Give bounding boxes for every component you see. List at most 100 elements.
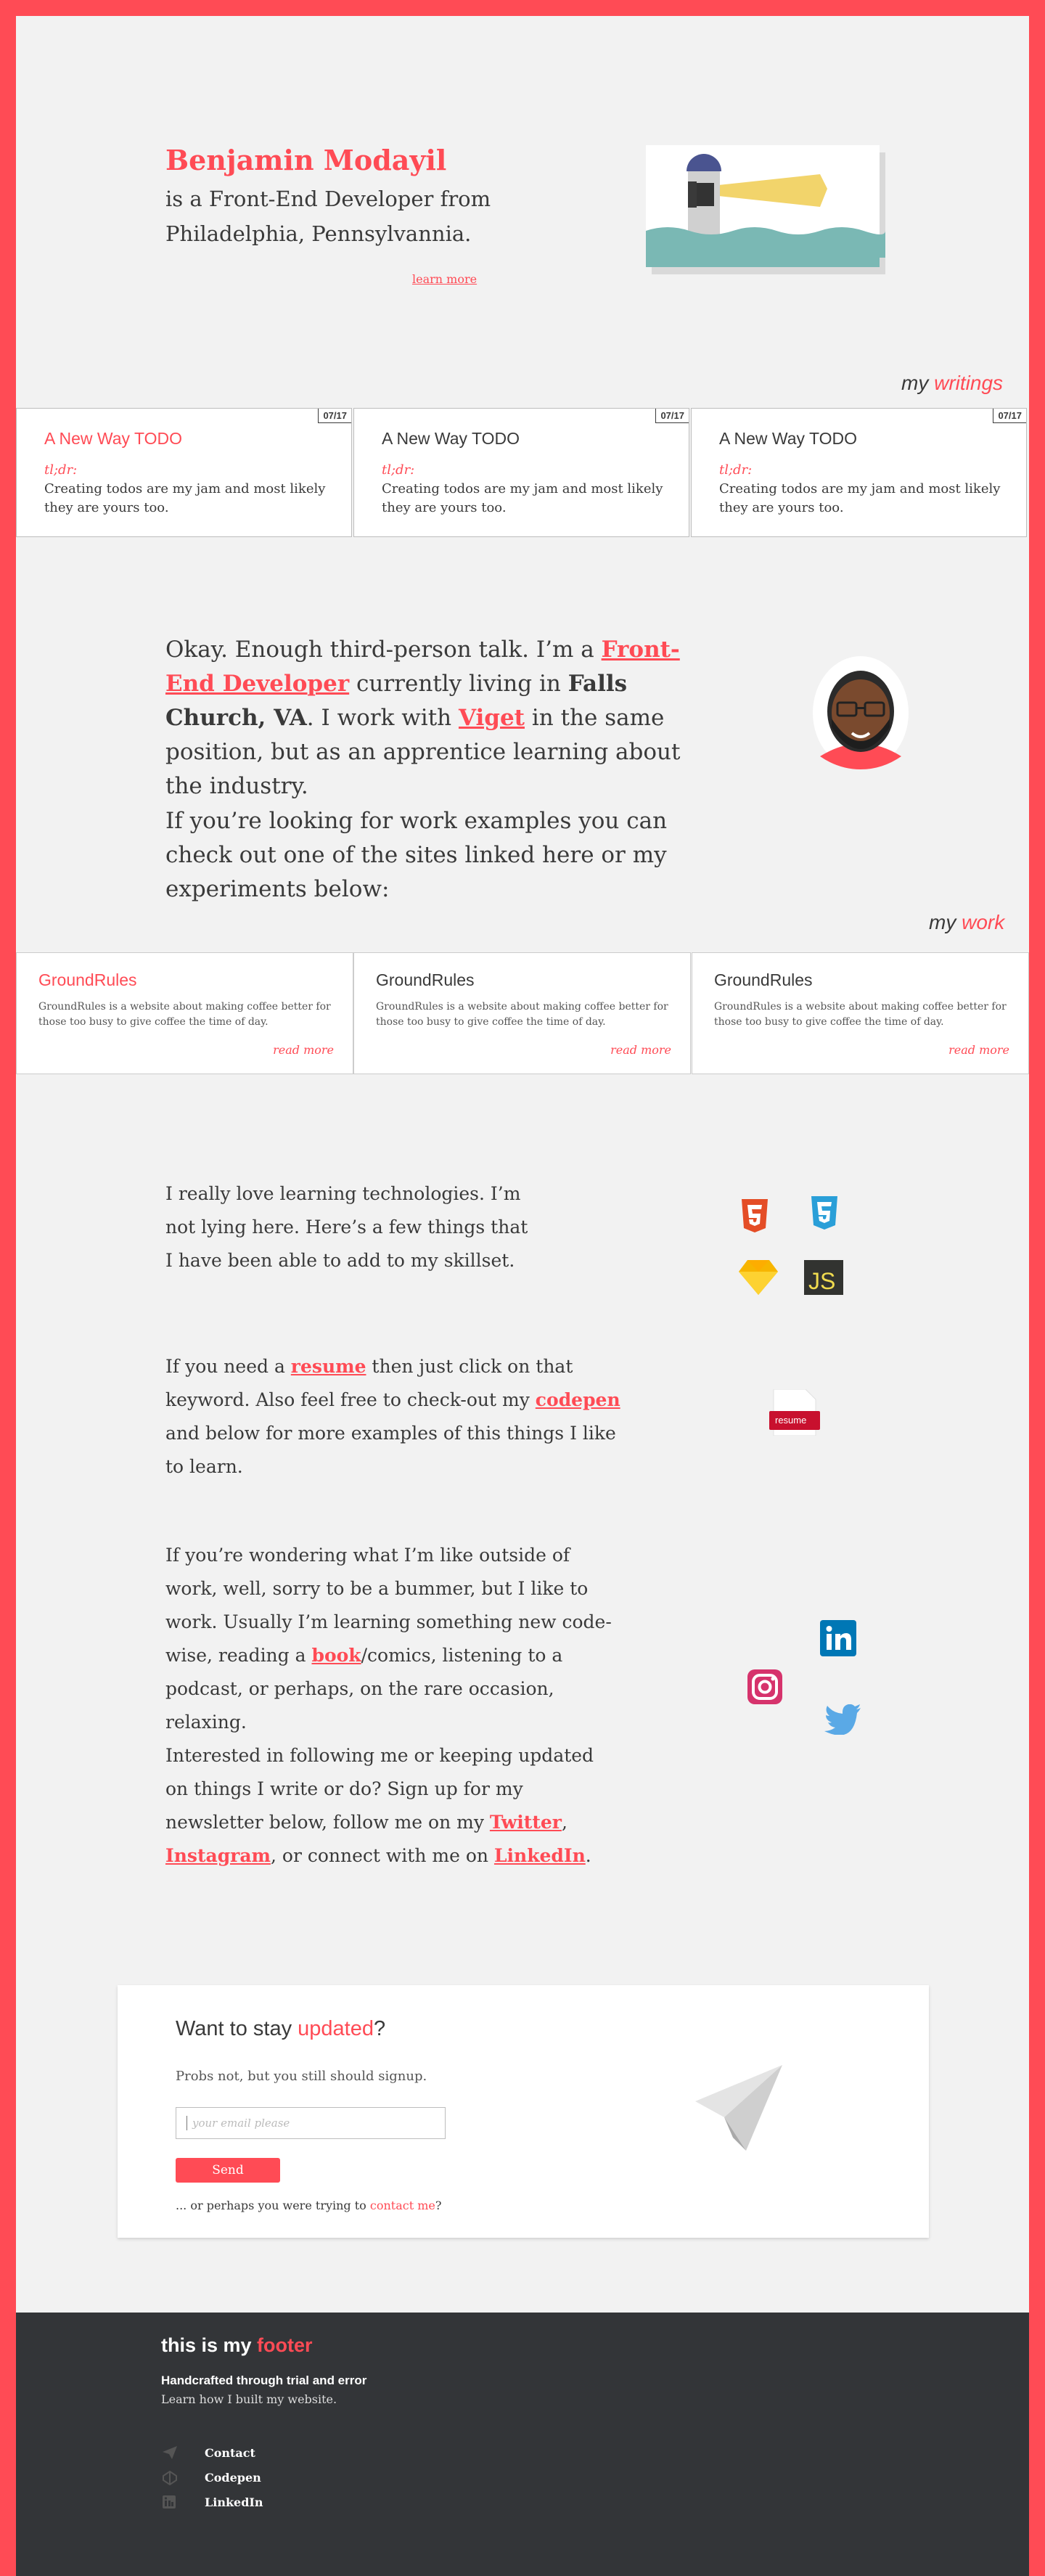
writings-heading-prefix: my (901, 372, 929, 394)
work-title[interactable]: GroundRules (38, 970, 137, 990)
resume-link[interactable]: resume (291, 1356, 366, 1377)
writing-tldr: tl;dr: (719, 462, 753, 478)
email-placeholder: your email please (192, 2117, 290, 2130)
writing-title[interactable]: A New Way TODO (719, 429, 857, 449)
writing-card[interactable]: 07/17 A New Way TODO tl;dr: Creating tod… (691, 408, 1027, 537)
follow-text: . (585, 1845, 591, 1866)
skills-paragraph: I really love learning technologies. I’m… (165, 1183, 528, 1271)
work-heading: my work (929, 911, 1004, 934)
newsletter-title-text: ? (373, 2017, 386, 2040)
read-more-link[interactable]: read more (273, 1043, 334, 1057)
email-field[interactable]: your email please (176, 2107, 446, 2139)
svg-text:JS: JS (808, 1268, 835, 1294)
viget-link[interactable]: Viget (459, 705, 525, 731)
about-paragraph-1: Okay. Enough third-person talk. I’m a Fr… (165, 633, 717, 804)
contact-text: ... or perhaps you were trying to (176, 2199, 370, 2212)
outside-paragraph: If you’re wondering what I’m like outsid… (165, 1539, 615, 1739)
writing-desc: Creating todos are my jam and most likel… (382, 481, 663, 515)
instagram-icon[interactable] (747, 1669, 782, 1704)
twitter-link[interactable]: Twitter (490, 1812, 562, 1833)
resume-paragraph: If you need a resume then just click on … (165, 1350, 623, 1484)
js-icon: JS (804, 1260, 843, 1295)
send-icon (163, 2446, 177, 2459)
newsletter-card: Want to stay updated? Probs not, but you… (118, 1985, 929, 2238)
lighthouse-illustration (646, 145, 885, 274)
sketch-icon (739, 1260, 778, 1295)
work-heading-prefix: my (929, 911, 956, 933)
footer-link-label: Contact (205, 2446, 255, 2460)
footer-codepen-link[interactable]: Codepen (161, 2469, 306, 2487)
about-text: Okay. Enough third-person talk. I’m a (165, 637, 602, 663)
follow-paragraph: Interested in following me or keeping up… (165, 1739, 615, 1873)
about-text: currently living in (349, 671, 568, 697)
newsletter-subtitle: Probs not, but you still should signup. (176, 2069, 427, 2084)
footer-learn-link[interactable]: Learn how I built my website. (161, 2392, 337, 2406)
work-title[interactable]: GroundRules (376, 970, 475, 990)
writing-date: 07/17 (318, 409, 351, 423)
twitter-icon[interactable] (824, 1704, 861, 1735)
read-more-link[interactable]: read more (610, 1043, 671, 1057)
book-link[interactable]: book (311, 1645, 361, 1666)
linkedin-icon[interactable] (820, 1620, 856, 1656)
paper-plane-icon (695, 2065, 782, 2151)
footer: this is my footer Handcrafted through tr… (16, 2313, 1029, 2576)
work-desc: GroundRules is a website about making co… (714, 1001, 1007, 1028)
footer-linkedin-link[interactable]: LinkedIn (161, 2494, 306, 2511)
linkedin-small-icon (163, 2495, 176, 2508)
writing-date: 07/17 (655, 409, 689, 423)
writing-title[interactable]: A New Way TODO (382, 429, 520, 449)
follow-text: , or connect with me on (271, 1845, 494, 1866)
footer-title-accent: footer (257, 2334, 313, 2356)
writings-heading: my writings (901, 372, 1003, 395)
hero-name: Benjamin Modayil (165, 144, 447, 176)
writing-card[interactable]: 07/17 A New Way TODO tl;dr: Creating tod… (16, 408, 352, 537)
avatar (813, 656, 909, 769)
work-desc: GroundRules is a website about making co… (38, 1001, 331, 1028)
work-title[interactable]: GroundRules (714, 970, 813, 990)
work-heading-accent: work (962, 911, 1005, 933)
linkedin-link[interactable]: LinkedIn (494, 1845, 586, 1866)
newsletter-title-accent: updated (298, 2017, 374, 2040)
send-button[interactable]: Send (176, 2158, 280, 2183)
hero-line-2: Philadelphia, Pennsylvannia. (165, 221, 472, 246)
contact-me-link[interactable]: contact me (370, 2199, 435, 2212)
document-icon (769, 1389, 820, 1436)
writing-card[interactable]: 07/17 A New Way TODO tl;dr: Creating tod… (353, 408, 689, 537)
writing-desc: Creating todos are my jam and most likel… (44, 481, 326, 515)
page-frame: Benjamin Modayil is a Front-End Develope… (16, 16, 1029, 2576)
instagram-link[interactable]: Instagram (165, 1845, 271, 1866)
resume-text: If you need a (165, 1356, 291, 1377)
contact-prompt: ... or perhaps you were trying to contac… (176, 2199, 441, 2212)
writing-date: 07/17 (993, 409, 1026, 423)
newsletter-title: Want to stay updated? (176, 2017, 385, 2041)
writing-title[interactable]: A New Way TODO (44, 429, 182, 449)
learn-more-link[interactable]: learn more (412, 272, 477, 286)
resume-icon[interactable]: resume (769, 1389, 820, 1436)
hero-line-1: is a Front-End Developer from (165, 187, 491, 211)
footer-link-label: Codepen (205, 2471, 261, 2485)
footer-title-text: this is my (161, 2334, 258, 2356)
html5-icon (742, 1199, 768, 1232)
writing-desc: Creating todos are my jam and most likel… (719, 481, 1001, 515)
follow-text: , (561, 1812, 567, 1833)
work-card[interactable]: GroundRules GroundRules is a website abo… (692, 952, 1029, 1074)
resume-text: and below for more examples of this thin… (165, 1423, 616, 1477)
read-more-link[interactable]: read more (948, 1043, 1009, 1057)
contact-text: ? (435, 2199, 442, 2212)
footer-tagline: Handcrafted through trial and error (161, 2373, 367, 2387)
work-card[interactable]: GroundRules GroundRules is a website abo… (353, 952, 691, 1074)
resume-badge-label: resume (775, 1415, 807, 1426)
footer-link-label: LinkedIn (205, 2495, 263, 2509)
writing-tldr: tl;dr: (44, 462, 78, 478)
about-text: . I work with (306, 705, 459, 731)
work-desc: GroundRules is a website about making co… (376, 1001, 668, 1028)
footer-title: this is my footer (161, 2334, 313, 2357)
footer-contact-link[interactable]: Contact (161, 2445, 306, 2462)
css3-icon (811, 1196, 837, 1230)
codepen-icon (163, 2471, 177, 2485)
work-card[interactable]: GroundRules GroundRules is a website abo… (16, 952, 353, 1074)
codepen-link[interactable]: codepen (536, 1389, 620, 1410)
newsletter-title-text: Want to stay (176, 2017, 298, 2040)
writing-tldr: tl;dr: (382, 462, 415, 478)
writings-heading-accent: writings (934, 372, 1004, 394)
